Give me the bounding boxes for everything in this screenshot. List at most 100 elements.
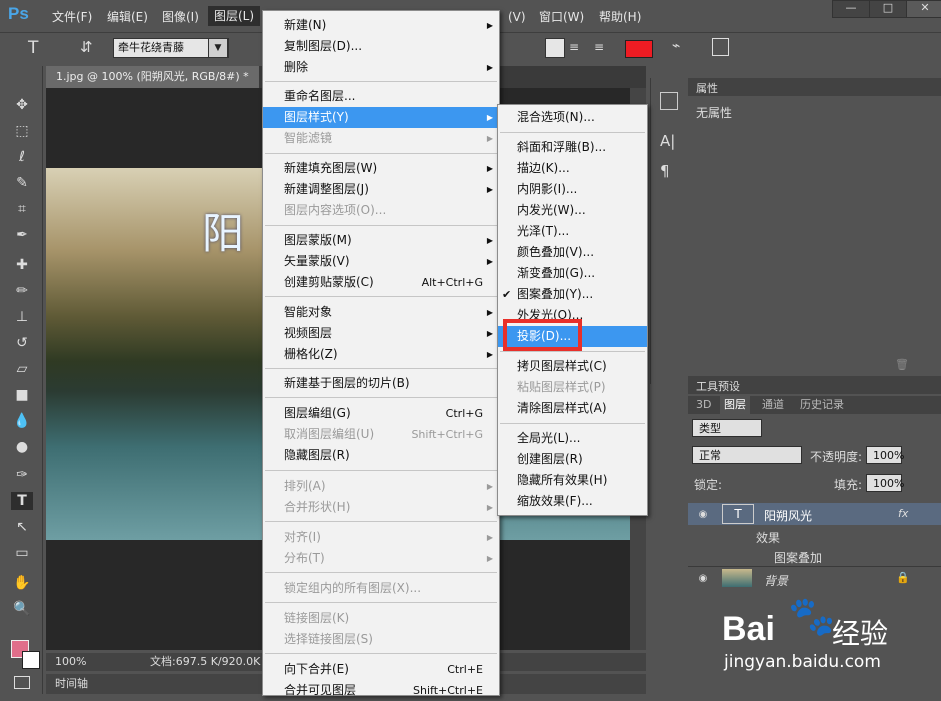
crop-tool-icon[interactable]: ⌗ — [11, 200, 33, 218]
menu-item-layer-content-options[interactable]: 图层内容选项(O)... — [263, 200, 499, 221]
menu-item-smart-filter[interactable]: 智能滤镜 ▶ — [263, 128, 499, 149]
menu-item-vector-mask[interactable]: 矢量蒙版(V) ▶ — [263, 251, 499, 272]
menu-item-create-layers[interactable]: 创建图层(R) — [498, 449, 647, 470]
opacity-input[interactable]: 100% — [866, 446, 904, 464]
menu-item-layer-mask[interactable]: 图层蒙版(M) ▶ — [263, 230, 499, 251]
character-icon[interactable]: A| — [660, 132, 675, 150]
menu-item-clear-style[interactable]: 清除图层样式(A) — [498, 398, 647, 419]
path-select-icon[interactable]: ↖ — [11, 518, 33, 536]
maximize-button[interactable]: □ — [869, 0, 907, 18]
dodge-tool-icon[interactable]: ● — [11, 438, 33, 456]
menu-file[interactable]: 文件(F) — [52, 8, 92, 26]
menu-item-delete[interactable]: 删除 ▶ — [263, 57, 499, 78]
menu-image[interactable]: 图像(I) — [162, 8, 199, 26]
close-button[interactable]: ✕ — [906, 0, 941, 18]
eyedropper-tool-icon[interactable]: ✒ — [11, 226, 33, 244]
visibility-eye-icon[interactable]: ◉ — [696, 573, 710, 584]
menu-window[interactable]: 窗口(W) — [539, 8, 584, 26]
menu-item-select-linked[interactable]: 选择链接图层(S) — [263, 629, 499, 650]
menu-item-smart-object[interactable]: 智能对象 ▶ — [263, 302, 499, 323]
menu-item-new[interactable]: 新建(N) ▶ — [263, 15, 499, 36]
menu-layer[interactable]: 图层(L) — [208, 6, 261, 26]
align-right-icon[interactable]: ≡ — [594, 40, 604, 54]
menu-item-global-light[interactable]: 全局光(L)... — [498, 428, 647, 449]
paragraph-icon[interactable]: ¶ — [660, 162, 670, 180]
brush-tool-icon[interactable]: ✏ — [11, 282, 33, 300]
history-panel-icon[interactable] — [660, 92, 678, 110]
effects-label[interactable]: 效果 — [756, 529, 780, 546]
history-brush-icon[interactable]: ↺ — [11, 334, 33, 352]
menu-item-duplicate[interactable]: 复制图层(D)... — [263, 36, 499, 57]
menu-item-inner-glow[interactable]: 内发光(W)... — [498, 200, 647, 221]
zoom-tool-icon[interactable]: 🔍 — [11, 600, 33, 618]
clone-stamp-icon[interactable]: ⊥ — [11, 308, 33, 326]
layer-name[interactable]: 阳朔风光 — [764, 507, 812, 524]
shape-tool-icon[interactable]: ▭ — [11, 544, 33, 562]
visibility-eye-icon[interactable]: ◉ — [696, 509, 710, 520]
blur-tool-icon[interactable]: 💧 — [11, 412, 33, 430]
tab-3d[interactable]: 3D — [696, 396, 711, 414]
background-color-icon[interactable] — [22, 651, 40, 669]
type-tool-button[interactable]: T — [11, 492, 33, 510]
align-left-icon[interactable] — [545, 38, 565, 58]
text-orientation-icon[interactable]: ⇵ — [80, 38, 93, 56]
menu-edit[interactable]: 编辑(E) — [107, 8, 148, 26]
menu-item-clipping-mask[interactable]: 创建剪贴蒙版(C) Alt+Ctrl+G — [263, 272, 499, 293]
trash-icon[interactable]: 🗑 — [895, 358, 909, 371]
font-dropdown-icon[interactable]: ▼ — [208, 38, 228, 58]
zoom-level[interactable]: 100% — [55, 653, 86, 671]
menu-item-new-layer-slice[interactable]: 新建基于图层的切片(B) — [263, 373, 499, 394]
warp-text-icon[interactable]: ⌁ — [672, 38, 680, 54]
layer-filter-select[interactable]: 类型 — [692, 419, 762, 437]
layer-name[interactable]: 背景 — [764, 572, 788, 589]
quick-mask-icon[interactable] — [14, 676, 30, 689]
move-tool-icon[interactable]: ✥ — [11, 96, 33, 114]
menu-item-layer-style[interactable]: 图层样式(Y) ▶ — [263, 107, 499, 128]
text-color-swatch[interactable] — [625, 40, 653, 58]
menu-help[interactable]: 帮助(H) — [599, 8, 641, 26]
menu-item-rasterize[interactable]: 栅格化(Z) ▶ — [263, 344, 499, 365]
menu-item-ungroup-layers[interactable]: 取消图层编组(U) Shift+Ctrl+G — [263, 424, 499, 445]
pattern-overlay-effect[interactable]: 图案叠加 — [774, 549, 822, 566]
properties-title[interactable]: 属性 — [696, 80, 718, 96]
menu-item-arrange[interactable]: 排列(A) ▶ — [263, 476, 499, 497]
healing-brush-icon[interactable]: ✚ — [11, 256, 33, 274]
gradient-tool-icon[interactable]: ■ — [11, 386, 33, 404]
align-center-icon[interactable]: ≡ — [569, 40, 579, 54]
menu-item-hide-layers[interactable]: 隐藏图层(R) — [263, 445, 499, 466]
type-tool-icon[interactable]: T — [28, 38, 38, 58]
menu-item-stroke[interactable]: 描边(K)... — [498, 158, 647, 179]
menu-item-satin[interactable]: 光泽(T)... — [498, 221, 647, 242]
lasso-tool-icon[interactable]: ℓ — [11, 148, 33, 166]
menu-item-new-fill-layer[interactable]: 新建填充图层(W) ▶ — [263, 158, 499, 179]
menu-item-bevel-emboss[interactable]: 斜面和浮雕(B)... — [498, 137, 647, 158]
menu-item-align[interactable]: 对齐(I) ▶ — [263, 527, 499, 548]
menu-item-merge-visible[interactable]: 合并可见图层 Shift+Ctrl+E — [263, 680, 499, 701]
timeline-label[interactable]: 时间轴 — [55, 674, 88, 694]
menu-item-hide-all-effects[interactable]: 隐藏所有效果(H) — [498, 470, 647, 491]
eraser-tool-icon[interactable]: ▱ — [11, 360, 33, 378]
pen-tool-icon[interactable]: ✑ — [11, 466, 33, 484]
menu-item-rename[interactable]: 重命名图层... — [263, 86, 499, 107]
marquee-tool-icon[interactable]: ⬚ — [11, 122, 33, 140]
tab-history[interactable]: 历史记录 — [800, 396, 844, 414]
menu-item-group-layers[interactable]: 图层编组(G) Ctrl+G — [263, 403, 499, 424]
menu-item-merge-down[interactable]: 向下合并(E) Ctrl+E — [263, 659, 499, 680]
menu-item-color-overlay[interactable]: 颜色叠加(V)... — [498, 242, 647, 263]
character-panel-icon[interactable] — [712, 38, 729, 56]
document-tab[interactable]: 1.jpg @ 100% (阳朔风光, RGB/8#) * — [46, 66, 259, 88]
menu-item-blending-options[interactable]: 混合选项(N)... — [498, 107, 647, 128]
menu-item-pattern-overlay[interactable]: ✔ 图案叠加(Y)... — [498, 284, 647, 305]
menu-item-paste-style[interactable]: 粘贴图层样式(P) — [498, 377, 647, 398]
tool-presets-title[interactable]: 工具预设 — [696, 378, 740, 394]
hand-tool-icon[interactable]: ✋ — [11, 574, 33, 592]
menu-item-link-layers[interactable]: 链接图层(K) — [263, 608, 499, 629]
menu-item-copy-style[interactable]: 拷贝图层样式(C) — [498, 356, 647, 377]
fx-icon[interactable]: fx — [898, 507, 908, 520]
menu-item-gradient-overlay[interactable]: 渐变叠加(G)... — [498, 263, 647, 284]
tab-channels[interactable]: 通道 — [762, 396, 784, 414]
menu-item-combine-shapes[interactable]: 合并形状(H) ▶ — [263, 497, 499, 518]
blend-mode-select[interactable]: 正常 — [692, 446, 802, 464]
menu-item-new-adjustment-layer[interactable]: 新建调整图层(J) ▶ — [263, 179, 499, 200]
quick-select-tool-icon[interactable]: ✎ — [11, 174, 33, 192]
